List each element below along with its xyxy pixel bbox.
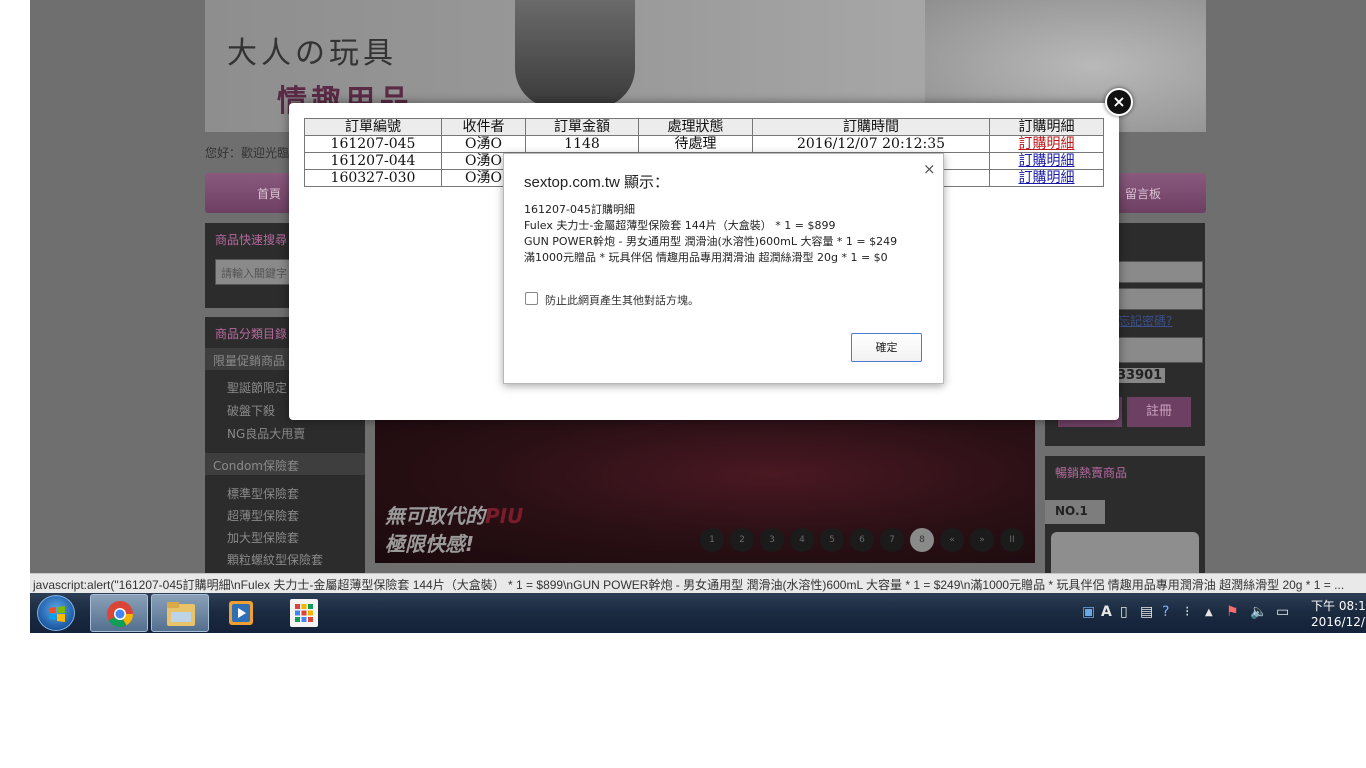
nav-guestbook[interactable]: 留言板 xyxy=(1125,185,1161,202)
password-input[interactable] xyxy=(1110,288,1203,310)
order-id: 161207-045 xyxy=(304,135,442,153)
bestseller-title: 暢銷熱賣商品 xyxy=(1055,466,1128,480)
apps-grid-icon xyxy=(290,599,318,627)
action-center-flag-icon[interactable]: ⚑ xyxy=(1226,604,1239,620)
bestseller-product-image[interactable] xyxy=(1051,532,1199,573)
banner-doll-image xyxy=(515,0,635,108)
alert-line: Fulex 夫力士-金屬超薄型保險套 144片（大盒裝） * 1 = $899 xyxy=(524,219,836,232)
taskbar-chrome[interactable] xyxy=(90,594,148,632)
rank-badge: NO.1 xyxy=(1045,500,1105,524)
file-explorer-icon xyxy=(167,602,195,626)
taskbar-explorer[interactable] xyxy=(151,594,209,632)
order-id: 160327-030 xyxy=(304,169,442,187)
category-item[interactable]: 聖誕節限定 xyxy=(227,379,287,396)
alert-close-icon[interactable]: × xyxy=(923,160,936,178)
category-item[interactable]: 加大型保險套 xyxy=(227,529,299,546)
captcha-code: 33901 xyxy=(1114,368,1166,383)
clock-date[interactable]: 2016/12/7 xyxy=(1311,615,1366,629)
clock-time[interactable]: 下午 08:16 xyxy=(1311,597,1366,614)
hero-line-2: 極限快感! xyxy=(385,532,475,556)
alert-title: sextop.com.tw 顯示： xyxy=(524,174,670,191)
network-icon[interactable]: ▭ xyxy=(1276,604,1289,620)
column-header-order-id: 訂單編號 xyxy=(304,118,442,136)
alert-line: GUN POWER幹炮 - 男女通用型 潤滑油(水溶性)600mL 大容量 * … xyxy=(524,235,898,248)
category-item[interactable]: 顆粒螺紋型保險套 xyxy=(227,551,323,568)
order-detail-link[interactable]: 訂購明細 xyxy=(1019,137,1075,152)
hero-line-1-accent: PIU xyxy=(485,504,524,528)
order-id: 161207-044 xyxy=(304,152,442,170)
column-header-recipient: 收件者 xyxy=(441,118,526,136)
screen: 大人の玩具 情趣用品 您好：歡迎光臨 首頁 留言板 商品快速搜尋 請輸入關鍵字 … xyxy=(30,0,1366,633)
order-detail-link[interactable]: 訂購明細 xyxy=(1019,171,1075,186)
order-time: 2016/12/07 20:12:35 xyxy=(752,135,990,153)
column-header-amount: 訂單金額 xyxy=(525,118,639,136)
settings-icon[interactable]: ⁝ xyxy=(1185,604,1189,620)
media-player-icon xyxy=(229,601,253,625)
column-header-time: 訂購時間 xyxy=(752,118,990,136)
column-header-status: 處理狀態 xyxy=(638,118,753,136)
alert-line: 161207-045訂購明細 xyxy=(524,203,635,216)
taskbar: ▣ A ▯ ▤ ? ⁝ ▲ ⚑ 🔈 ▭ 下午 08:16 2016/12/7 xyxy=(30,593,1366,633)
alert-message: 161207-045訂購明細 Fulex 夫力士-金屬超薄型保險套 144片（大… xyxy=(524,202,897,266)
input-method-icon[interactable]: ▣ xyxy=(1082,604,1095,620)
browser-status-bar: javascript:alert("161207-045訂購明細\nFulex … xyxy=(30,573,1366,593)
category-item[interactable]: 破盤下殺 xyxy=(227,402,275,419)
category-group-condom[interactable]: Condom保險套 xyxy=(205,453,365,475)
alert-dialog: × sextop.com.tw 顯示： 161207-045訂購明細 Fulex… xyxy=(503,153,944,384)
slider-prev[interactable]: « xyxy=(940,528,964,552)
category-item[interactable]: NG良品大甩賣 xyxy=(227,425,305,442)
modal-close-button[interactable]: × xyxy=(1105,88,1133,116)
detail-cell: 訂購明細 xyxy=(989,169,1104,187)
slider-dot-8[interactable]: 8 xyxy=(910,528,934,552)
slider-dot-6[interactable]: 6 xyxy=(850,528,874,552)
bestseller-panel: 暢銷熱賣商品 NO.1 xyxy=(1045,456,1205,573)
register-button[interactable]: 註冊 xyxy=(1127,397,1191,427)
hero-line-1: 無可取代的PIU xyxy=(385,500,523,529)
font-icon[interactable]: A xyxy=(1101,604,1112,620)
hero-line-1-prefix: 無可取代的 xyxy=(385,504,485,528)
category-item[interactable]: 超薄型保險套 xyxy=(227,507,299,524)
help-icon[interactable]: ? xyxy=(1162,604,1169,620)
slider-dot-1[interactable]: 1 xyxy=(700,528,724,552)
amount: 1148 xyxy=(525,135,639,153)
slider-dot-7[interactable]: 7 xyxy=(880,528,904,552)
table-header-row: 訂單編號 收件者 訂單金額 處理狀態 訂購時間 訂購明細 xyxy=(304,118,1104,136)
order-detail-link[interactable]: 訂購明細 xyxy=(1019,154,1075,169)
detail-cell: 訂購明細 xyxy=(989,135,1104,153)
account-input[interactable] xyxy=(1110,261,1203,283)
status: 待處理 xyxy=(638,135,753,153)
welcome-text: 您好：歡迎光臨 xyxy=(205,146,290,160)
chrome-icon xyxy=(107,601,134,628)
slider-dot-2[interactable]: 2 xyxy=(730,528,754,552)
slider-dot-5[interactable]: 5 xyxy=(820,528,844,552)
start-button[interactable] xyxy=(37,595,75,631)
recipient: O湧O xyxy=(441,135,526,153)
taskbar-media[interactable] xyxy=(212,594,270,632)
slider-pause[interactable]: II xyxy=(1000,528,1024,552)
taskbar-apps[interactable] xyxy=(275,594,333,632)
volume-icon[interactable]: 🔈 xyxy=(1250,604,1267,620)
forgot-password-link[interactable]: 忘記密碼? xyxy=(1118,312,1172,329)
windows-logo-icon xyxy=(49,606,65,622)
captcha-input[interactable] xyxy=(1110,337,1203,363)
category-item[interactable]: 標準型保險套 xyxy=(227,485,299,502)
show-hidden-icons[interactable]: ▲ xyxy=(1205,607,1213,618)
slider-dot-4[interactable]: 4 xyxy=(790,528,814,552)
table-row: 161207-045 O湧O 1148 待處理 2016/12/07 20:12… xyxy=(304,135,1104,153)
window-icon[interactable]: ▯ xyxy=(1120,604,1128,620)
suppress-dialogs-checkbox[interactable] xyxy=(525,292,538,305)
nav-home[interactable]: 首頁 xyxy=(257,185,281,202)
alert-ok-button[interactable]: 確定 xyxy=(851,333,922,362)
slider-dot-3[interactable]: 3 xyxy=(760,528,784,552)
suppress-dialogs-label[interactable]: 防止此網頁產生其他對話方塊。 xyxy=(545,292,699,308)
keyboard-icon[interactable]: ▤ xyxy=(1140,604,1153,620)
banner-title: 大人の玩具 xyxy=(227,36,397,71)
column-header-detail: 訂購明細 xyxy=(989,118,1104,136)
slider-next[interactable]: » xyxy=(970,528,994,552)
alert-line: 滿1000元贈品 * 玩具伴侶 情趣用品專用潤滑油 超潤絲滑型 20g * 1 … xyxy=(524,251,888,264)
detail-cell: 訂購明細 xyxy=(989,152,1104,170)
